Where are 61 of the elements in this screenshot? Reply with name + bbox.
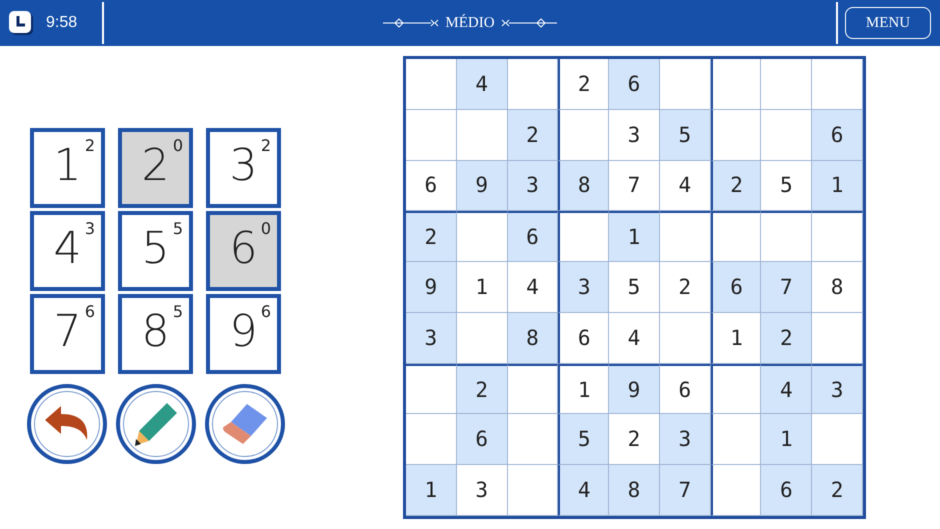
grid-cell[interactable]: 6 — [812, 110, 863, 161]
grid-cell[interactable] — [710, 59, 762, 110]
eraser-icon — [221, 402, 269, 446]
grid-cell[interactable]: 8 — [609, 465, 660, 516]
grid-cell[interactable]: 3 — [558, 262, 610, 313]
grid-cell[interactable] — [660, 211, 711, 262]
grid-cell[interactable]: 7 — [761, 262, 812, 313]
grid-cell[interactable]: 5 — [558, 414, 610, 466]
grid-cell[interactable]: 5 — [660, 110, 711, 161]
number-key[interactable]: 7$^{6}$ — [30, 294, 105, 374]
grid-cell[interactable]: 6 — [508, 211, 558, 262]
grid-cell[interactable]: 6 — [710, 262, 762, 313]
grid-cell[interactable]: 7 — [660, 465, 711, 516]
grid-cell[interactable] — [812, 211, 863, 262]
grid-cell[interactable]: 6 — [558, 312, 610, 364]
grid-cell[interactable]: 1 — [456, 262, 508, 313]
pencil-icon — [133, 401, 179, 447]
number-key[interactable]: 4$^{3}$ — [30, 211, 105, 291]
difficulty-title: MÉDIO — [445, 14, 495, 32]
grid-cell[interactable]: 8 — [812, 262, 863, 313]
grid-cell[interactable]: 2 — [406, 211, 457, 262]
grid-cell[interactable]: 4 — [456, 59, 508, 110]
grid-cell[interactable]: 2 — [710, 160, 762, 212]
ornament-icon — [383, 18, 440, 28]
grid-cell[interactable] — [761, 59, 812, 110]
grid-cell[interactable]: 3 — [812, 364, 863, 414]
grid-cell[interactable]: 4 — [761, 364, 812, 414]
grid-cell[interactable]: 1 — [406, 465, 457, 516]
grid-cell[interactable] — [406, 110, 457, 161]
grid-cell[interactable]: 1 — [609, 211, 660, 262]
number-key[interactable]: 3$^{2}$ — [206, 128, 281, 208]
grid-cell[interactable]: 1 — [812, 160, 863, 212]
grid-cell[interactable]: 2 — [456, 364, 508, 414]
grid-cell[interactable]: 4 — [558, 465, 610, 516]
grid-cell[interactable]: 9 — [406, 262, 457, 313]
grid-cell[interactable]: 3 — [508, 160, 558, 212]
ornament-icon — [500, 18, 557, 28]
number-key[interactable]: 5$^{5}$ — [118, 211, 193, 291]
grid-cell[interactable]: 9 — [609, 364, 660, 414]
grid-cell[interactable]: 1 — [761, 414, 812, 466]
grid-cell[interactable]: 3 — [660, 414, 711, 466]
grid-cell[interactable]: 6 — [761, 465, 812, 516]
grid-cell[interactable]: 2 — [761, 312, 812, 364]
number-key[interactable]: 1$^{2}$ — [30, 128, 105, 208]
grid-cell[interactable] — [508, 364, 558, 414]
grid-cell[interactable]: 6 — [609, 59, 660, 110]
number-key[interactable]: 8$^{5}$ — [118, 294, 193, 374]
grid-cell[interactable] — [660, 312, 711, 364]
grid-cell[interactable]: 3 — [406, 312, 457, 364]
grid-cell[interactable]: 6 — [456, 414, 508, 466]
clock-icon — [8, 10, 34, 36]
number-key[interactable]: 9$^{6}$ — [206, 294, 281, 374]
timer: 9:58 — [46, 14, 78, 32]
grid-cell[interactable]: 5 — [609, 262, 660, 313]
grid-cell[interactable]: 9 — [456, 160, 508, 212]
menu-button[interactable]: MENU — [845, 7, 931, 39]
grid-cell[interactable]: 2 — [508, 110, 558, 161]
grid-cell[interactable]: 8 — [558, 160, 610, 212]
grid-cell[interactable]: 8 — [508, 312, 558, 364]
grid-cell[interactable]: 2 — [812, 465, 863, 516]
grid-cell[interactable]: 3 — [456, 465, 508, 516]
